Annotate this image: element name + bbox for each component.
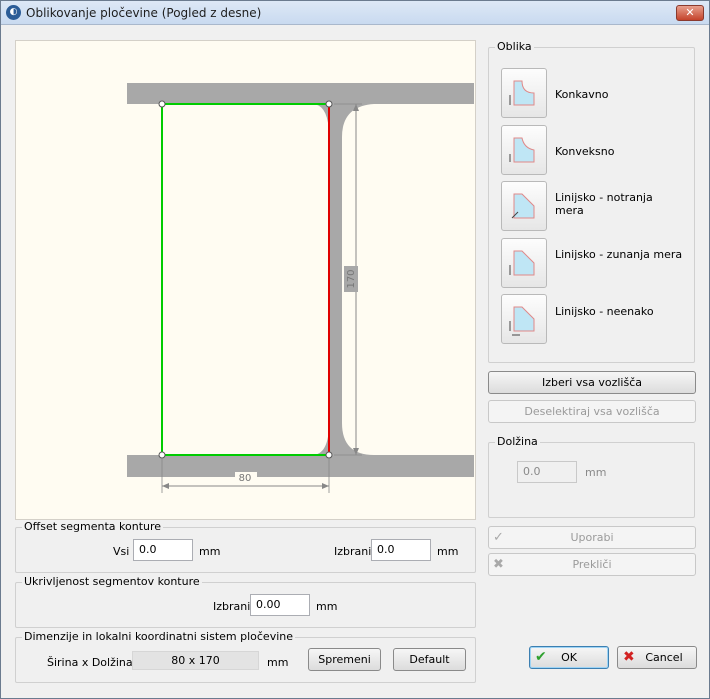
deselect-all-nodes-button[interactable]: Deselektiraj vsa vozlišča [488, 400, 696, 423]
dimensions-value: 80 x 170 [132, 651, 259, 670]
node [325, 100, 333, 108]
width-dim-text: 80 [239, 473, 252, 484]
offset-all-unit: mm [199, 545, 221, 558]
ok-label: OK [561, 651, 577, 664]
cancel-edit-label: Prekliči [572, 558, 612, 571]
default-button[interactable]: Default [393, 648, 466, 671]
offset-group-legend: Offset segmenta konture [22, 520, 164, 533]
cancel-button[interactable]: ✖ Cancel [617, 646, 697, 669]
length-unit: mm [585, 466, 607, 479]
window-title: Oblikovanje pločevine (Pogled z desne) [26, 6, 262, 20]
curvature-group-legend: Ukrivljenost segmentov konture [22, 575, 202, 588]
curvature-selected-input[interactable]: 0.00 [250, 594, 310, 616]
offset-all-label: Vsi [113, 545, 130, 558]
curvature-group: Ukrivljenost segmentov konture Izbrani 0… [15, 575, 476, 628]
ok-button[interactable]: ✔ OK [529, 646, 609, 669]
height-dim-text: 170 [346, 269, 357, 288]
dimensions-group: Dimenzije in lokalni koordinatni sistem … [15, 630, 476, 683]
linear-inner-button[interactable] [501, 181, 547, 231]
length-input[interactable]: 0.0 [517, 461, 577, 483]
title-bar: ◐ Oblikovanje pločevine (Pogled z desne)… [1, 1, 709, 25]
offset-selected-input[interactable]: 0.0 [371, 539, 431, 561]
x-icon: ✖ [493, 557, 504, 572]
curvature-selected-label: Izbrani [213, 600, 251, 613]
linear-outer-label: Linijsko - zunanja mera [555, 248, 683, 261]
offset-selected-label: Izbrani [334, 545, 372, 558]
offset-all-input[interactable]: 0.0 [133, 539, 193, 561]
dimensions-group-legend: Dimenzije in lokalni koordinatni sistem … [22, 630, 295, 643]
linear-inner-label: Linijsko - notranja mera [555, 191, 653, 217]
drawing-canvas[interactable]: 170 80 [15, 40, 476, 520]
convex-shape-icon [509, 137, 535, 163]
ok-checkmark-icon: ✔ [535, 649, 547, 665]
select-all-nodes-button[interactable]: Izberi vsa vozlišča [488, 371, 696, 394]
offset-group: Offset segmenta konture Vsi 0.0 mm Izbra… [15, 520, 476, 573]
concave-shape-icon [509, 80, 535, 106]
cancel-x-icon: ✖ [623, 649, 635, 665]
beam-profile [127, 83, 474, 477]
curvature-selected-unit: mm [316, 600, 338, 613]
shape-group: Oblika Konkavno Konveksno Linijsko - not… [488, 40, 695, 363]
apply-button[interactable]: ✓ Uporabi [488, 526, 696, 549]
linear-outer-button[interactable] [501, 238, 547, 288]
length-group: Dolžina 0.0 mm [488, 435, 695, 518]
cancel-label: Cancel [645, 651, 683, 664]
convex-button[interactable] [501, 125, 547, 175]
dimensions-unit: mm [267, 656, 289, 669]
linear-unequal-button[interactable] [501, 294, 547, 344]
linear-unequal-label: Linijsko - neenako [555, 305, 654, 318]
shape-group-legend: Oblika [495, 40, 534, 53]
close-button[interactable]: ✕ [676, 5, 704, 21]
dialog-window: ◐ Oblikovanje pločevine (Pogled z desne)… [0, 0, 710, 699]
node [158, 451, 166, 459]
cancel-edit-button[interactable]: ✖ Prekliči [488, 553, 696, 576]
linear-unequal-shape-icon [509, 306, 535, 336]
concave-button[interactable] [501, 68, 547, 118]
checkmark-icon: ✓ [493, 530, 504, 545]
concave-label: Konkavno [555, 88, 609, 101]
plate-drawing: 170 80 [127, 83, 474, 493]
offset-selected-unit: mm [437, 545, 459, 558]
apply-label: Uporabi [570, 531, 614, 544]
plate-contour [161, 103, 329, 456]
linear-outer-shape-icon [509, 250, 535, 276]
convex-label: Konveksno [555, 145, 615, 158]
app-logo-icon: ◐ [6, 5, 21, 20]
node [158, 100, 166, 108]
change-button[interactable]: Spremeni [308, 648, 381, 671]
node [325, 451, 333, 459]
length-group-legend: Dolžina [495, 435, 540, 448]
linear-inner-shape-icon [511, 193, 535, 219]
dimensions-label: Širina x Dolžina [47, 656, 133, 669]
